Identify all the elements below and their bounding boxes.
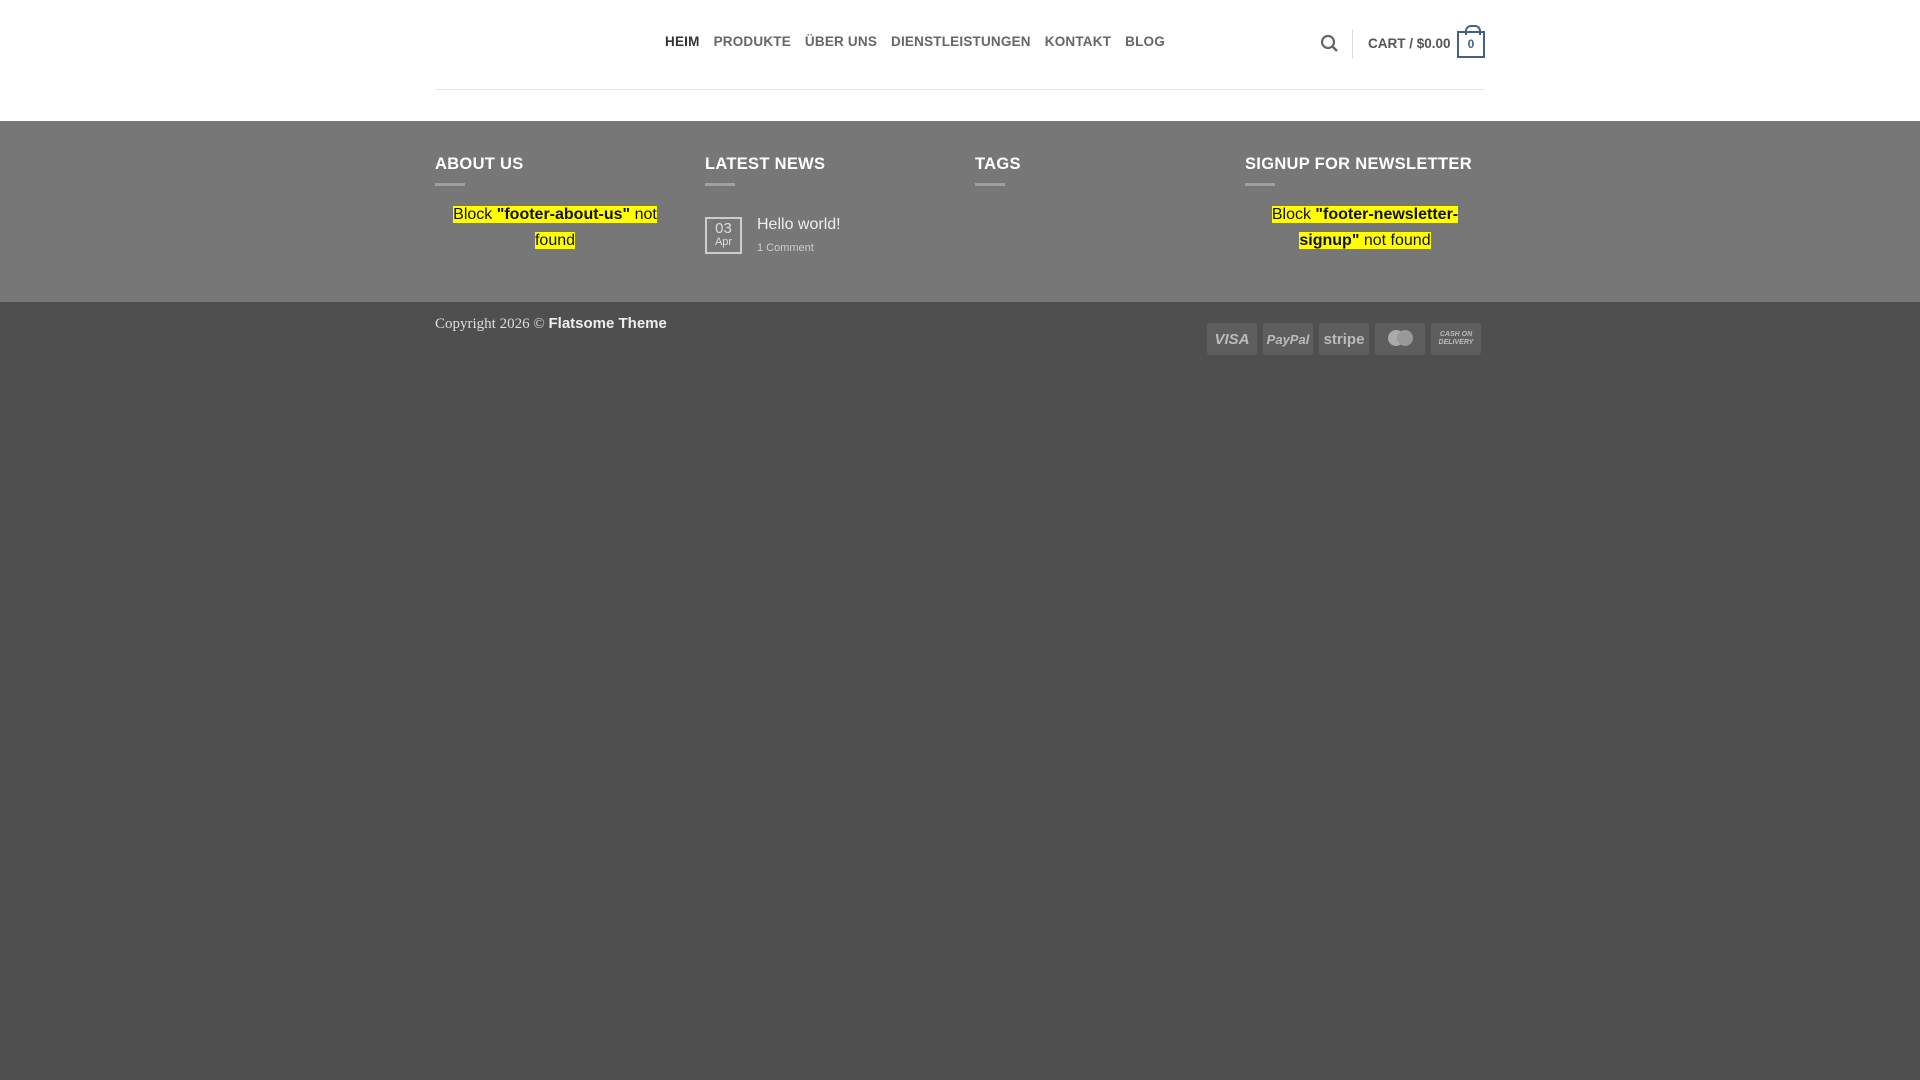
nav-blog[interactable]: BLOG — [1125, 34, 1165, 49]
news-heading: LATEST NEWS — [705, 155, 826, 173]
paypal-icon: PayPal — [1263, 323, 1313, 355]
heading-underline — [975, 183, 1005, 186]
cash-on-delivery-icon: CASH ON DELIVERY — [1431, 323, 1481, 355]
footer-about: ABOUT US Block "footer-about-us" not fou… — [435, 155, 675, 254]
site-header: HEIM PRODUKTE ÜBER UNS DIENSTLEISTUNGEN … — [0, 0, 1920, 121]
about-block-missing: Block "footer-about-us" not found — [453, 206, 657, 249]
about-heading: ABOUT US — [435, 155, 524, 173]
news-post: Hello world! 1 Comment — [757, 216, 841, 254]
footer-newsletter: SIGNUP FOR NEWSLETTER Block "footer-news… — [1245, 155, 1485, 254]
cart-link[interactable]: CART / $0.00 — [1368, 36, 1451, 51]
mastercard-icon — [1375, 323, 1425, 355]
nav-ueber-uns[interactable]: ÜBER UNS — [805, 34, 877, 49]
header-divider-line — [435, 89, 1485, 90]
heading-underline — [1245, 183, 1275, 186]
nav-dienstleistungen[interactable]: DIENSTLEISTUNGEN — [891, 34, 1031, 49]
footer-widgets: ABOUT US Block "footer-about-us" not fou… — [0, 121, 1920, 302]
payment-icons: VISA PayPal stripe CASH ON DELIVERY — [1207, 323, 1481, 355]
main-nav: HEIM PRODUKTE ÜBER UNS DIENSTLEISTUNGEN … — [665, 34, 1165, 49]
post-comments[interactable]: 1 Comment — [757, 242, 841, 254]
tags-heading: TAGS — [975, 155, 1021, 173]
heading-underline — [435, 183, 465, 186]
header-divider — [1352, 29, 1353, 59]
nav-produkte[interactable]: PRODUKTE — [714, 34, 791, 49]
newsletter-heading: SIGNUP FOR NEWSLETTER — [1245, 155, 1472, 173]
newsletter-block-missing: Block "footer-newsletter-signup" not fou… — [1271, 206, 1459, 249]
footer-latest-news: LATEST NEWS 03 Apr Hello world! 1 Comment — [705, 155, 945, 254]
theme-link[interactable]: Flatsome Theme — [548, 315, 666, 332]
nav-kontakt[interactable]: KONTAKT — [1045, 34, 1111, 49]
nav-heim[interactable]: HEIM — [665, 34, 700, 49]
heading-underline — [705, 183, 735, 186]
post-date-badge: 03 Apr — [705, 217, 742, 254]
cart-count-icon[interactable]: 0 — [1457, 25, 1485, 58]
search-icon[interactable] — [1320, 34, 1340, 54]
copyright: Copyright 2026 © Flatsome Theme — [435, 315, 667, 332]
visa-icon: VISA — [1207, 323, 1257, 355]
footer-tags: TAGS — [975, 155, 1215, 186]
post-title-link[interactable]: Hello world! — [757, 216, 841, 234]
stripe-icon: stripe — [1319, 323, 1369, 355]
